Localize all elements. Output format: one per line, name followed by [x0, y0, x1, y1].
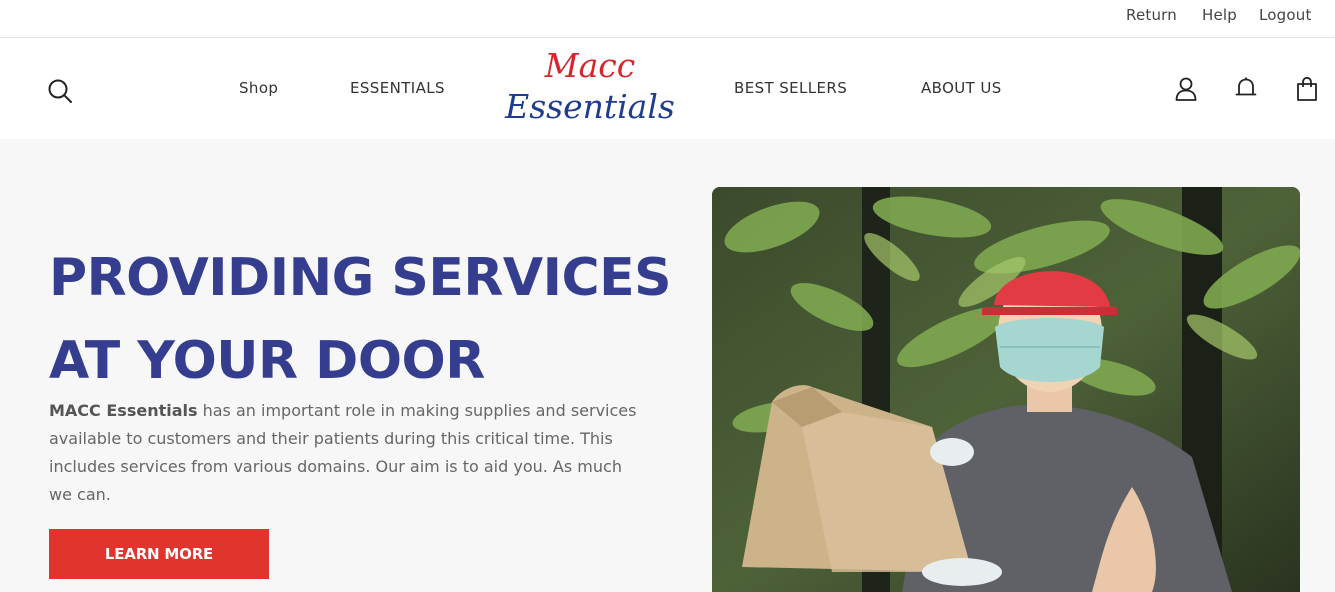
search-icon[interactable] — [47, 78, 73, 104]
logo-line-essentials: Essentials — [505, 87, 675, 126]
hero-brand-name: MACC Essentials — [49, 401, 198, 420]
help-link[interactable]: Help — [1202, 6, 1237, 24]
nav-shop[interactable]: Shop — [239, 79, 278, 97]
user-icon[interactable] — [1174, 76, 1198, 102]
nav-about-us[interactable]: ABOUT US — [921, 79, 1002, 97]
hero-delivery-image — [712, 187, 1300, 592]
bell-icon[interactable] — [1234, 76, 1258, 100]
shopping-bag-icon[interactable] — [1296, 76, 1318, 102]
logo-line-macc: Macc — [544, 46, 636, 85]
hero-description: MACC Essentials has an important role in… — [49, 397, 639, 509]
delivery-person-illustration — [712, 187, 1300, 592]
logout-link[interactable]: Logout — [1259, 6, 1312, 24]
nav-best-sellers[interactable]: BEST SELLERS — [734, 79, 847, 97]
hero-title-line-1: PROVIDING SERVICES — [49, 248, 672, 308]
top-utility-bar: Return Help Logout — [0, 0, 1335, 38]
main-header: Shop ESSENTIALS Macc Essentials BEST SEL… — [0, 38, 1335, 139]
site-logo[interactable]: Macc Essentials — [505, 46, 675, 128]
hero-title: PROVIDING SERVICES AT YOUR DOOR — [49, 237, 672, 403]
hero-title-line-2: AT YOUR DOOR — [49, 331, 485, 391]
nav-essentials[interactable]: ESSENTIALS — [350, 79, 445, 97]
return-link[interactable]: Return — [1126, 6, 1177, 24]
hero-section: PROVIDING SERVICES AT YOUR DOOR MACC Ess… — [0, 139, 1335, 592]
learn-more-button[interactable]: LEARN MORE — [49, 529, 269, 579]
